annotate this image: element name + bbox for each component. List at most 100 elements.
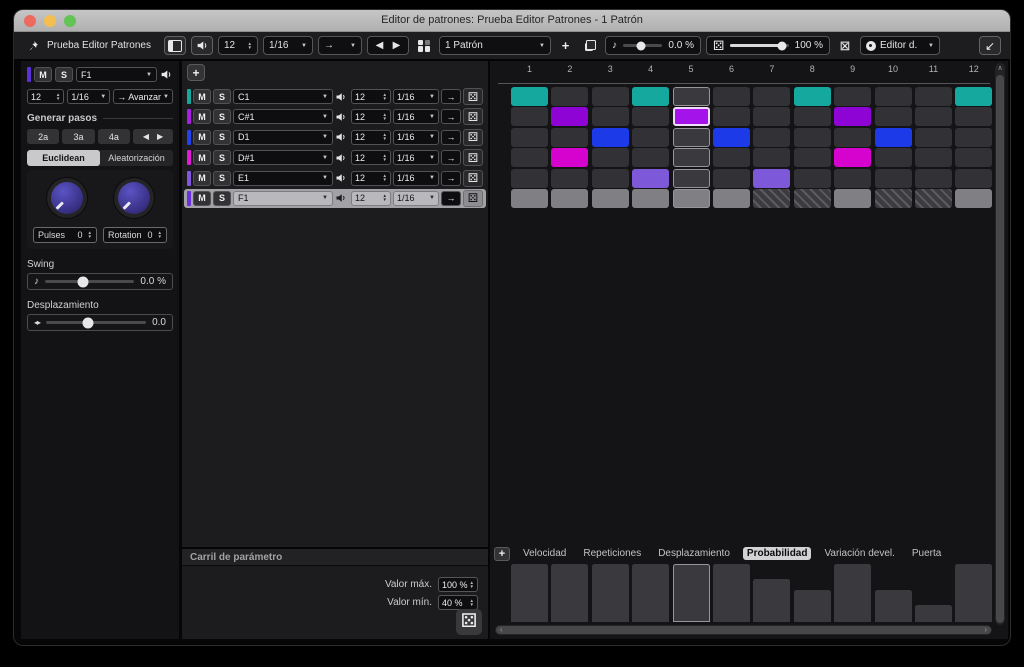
step-cell[interactable]	[834, 189, 871, 208]
stepper-arrows-icon[interactable]: ▲▼	[383, 133, 387, 141]
mute-button[interactable]: M	[34, 67, 52, 82]
speaker-icon[interactable]	[335, 111, 349, 123]
step-cell[interactable]	[673, 169, 710, 188]
step-cell[interactable]	[794, 148, 831, 167]
track-steps-stepper[interactable]: 12 ▲▼	[27, 89, 64, 104]
probability-bar[interactable]	[753, 579, 790, 623]
stepper-arrows-icon[interactable]: ▲▼	[383, 113, 387, 121]
step-cell[interactable]	[673, 148, 710, 167]
step-cell[interactable]	[915, 87, 952, 106]
step-cell[interactable]	[511, 148, 548, 167]
stepper-arrows-icon[interactable]: ▲▼	[248, 42, 252, 50]
track-resolution-select[interactable]: 1/16▼	[393, 171, 439, 186]
previous-pattern-button[interactable]: ◀	[376, 40, 384, 51]
advance-button[interactable]: →	[441, 191, 461, 206]
step-cell[interactable]	[834, 169, 871, 188]
offset-slider[interactable]	[46, 321, 146, 324]
pattern-select[interactable]: 1 Patrón ▼	[439, 36, 551, 55]
stepper-arrows-icon[interactable]: ▲▼	[383, 194, 387, 202]
random-amount-slider[interactable]	[730, 44, 788, 47]
add-lane-button[interactable]: +	[494, 547, 510, 561]
step-cell[interactable]	[915, 107, 952, 126]
step-cell[interactable]	[551, 107, 588, 126]
offset-slider-handle[interactable]	[83, 317, 94, 328]
speaker-icon[interactable]	[335, 131, 349, 143]
step-cell[interactable]	[551, 169, 588, 188]
step-cell[interactable]	[632, 87, 669, 106]
step-cell[interactable]	[511, 169, 548, 188]
mute-button[interactable]: M	[193, 89, 211, 104]
probability-bar[interactable]	[713, 564, 750, 622]
advance-mode-select[interactable]: → Avanzar ▼	[113, 89, 173, 104]
advance-button[interactable]: →	[441, 171, 461, 186]
clear-pattern-button[interactable]: ⊠	[835, 36, 855, 55]
swing-slider-handle[interactable]	[636, 41, 645, 50]
step-count-stepper[interactable]: 12 ▲▼	[218, 36, 258, 55]
probability-bar[interactable]	[551, 564, 588, 622]
track-steps-stepper[interactable]: 12▲▼	[351, 171, 391, 186]
note-select[interactable]: D1▼	[233, 130, 333, 145]
track-row[interactable]: MSC#1▼12▲▼1/16▼→⚄	[184, 107, 486, 126]
step-cell[interactable]	[753, 148, 790, 167]
probability-bar[interactable]	[511, 564, 548, 622]
add-pattern-button[interactable]: +	[556, 36, 575, 55]
note-select[interactable]: C1▼	[233, 89, 333, 104]
add-track-button[interactable]: +	[187, 64, 205, 81]
randomize-track-button[interactable]: ⚄	[463, 129, 483, 146]
pulses-knob[interactable]	[46, 177, 88, 219]
advance-button[interactable]: →	[441, 109, 461, 124]
probability-bar[interactable]	[915, 605, 952, 622]
lane-tab-puerta[interactable]: Puerta	[908, 547, 945, 560]
step-cell[interactable]	[713, 148, 750, 167]
probability-bar[interactable]	[673, 564, 710, 622]
step-cell[interactable]	[753, 189, 790, 208]
step-cell[interactable]	[915, 128, 952, 147]
speaker-icon[interactable]	[335, 192, 349, 204]
step-cell[interactable]	[915, 148, 952, 167]
advance-button[interactable]: →	[441, 130, 461, 145]
titlebar[interactable]: Editor de patrones: Prueba Editor Patron…	[14, 10, 1010, 32]
step-cell[interactable]	[753, 107, 790, 126]
step-cell[interactable]	[673, 107, 710, 126]
track-steps-stepper[interactable]: 12▲▼	[351, 130, 391, 145]
step-cell[interactable]	[551, 189, 588, 208]
solo-button[interactable]: S	[213, 89, 231, 104]
probability-bar[interactable]	[592, 564, 629, 622]
max-value-stepper[interactable]: 100 % ▲▼	[438, 577, 478, 592]
horizontal-scrollbar-thumb[interactable]: ‹ ›	[496, 626, 991, 634]
step-cell[interactable]	[915, 189, 952, 208]
stepper-arrows-icon[interactable]: ▲▼	[470, 599, 474, 607]
solo-button[interactable]: S	[213, 171, 231, 186]
speaker-icon[interactable]	[335, 91, 349, 103]
swing-slider[interactable]	[623, 44, 662, 47]
track-resolution-select[interactable]: 1/16▼	[393, 109, 439, 124]
left-zone-toggle-button[interactable]	[164, 36, 186, 55]
preset-button-4a[interactable]: 4a	[98, 129, 130, 144]
step-cell[interactable]	[632, 107, 669, 126]
step-cell[interactable]	[511, 128, 548, 147]
track-steps-stepper[interactable]: 12▲▼	[351, 150, 391, 165]
scroll-up-icon[interactable]: ∧	[995, 63, 1005, 74]
lane-tab-velocidad[interactable]: Velocidad	[519, 547, 570, 560]
step-cell[interactable]	[551, 148, 588, 167]
step-cell[interactable]	[673, 189, 710, 208]
solo-button[interactable]: S	[213, 130, 231, 145]
step-cell[interactable]	[592, 107, 629, 126]
editor-mode-select[interactable]: Editor d. ▼	[860, 36, 940, 55]
lane-tab-variaci-n-devel-[interactable]: Variación devel.	[820, 547, 898, 560]
step-cell[interactable]	[551, 87, 588, 106]
horizontal-scrollbar[interactable]: ‹ ›	[495, 625, 992, 635]
step-cell[interactable]	[955, 107, 992, 126]
rotation-stepper[interactable]: Rotation 0 ▲▼	[103, 227, 167, 243]
step-cell[interactable]	[875, 169, 912, 188]
speaker-icon[interactable]	[160, 68, 173, 81]
step-cell[interactable]	[592, 87, 629, 106]
step-cell[interactable]	[632, 189, 669, 208]
step-cell[interactable]	[955, 128, 992, 147]
next-pattern-button[interactable]: ▶	[393, 40, 401, 51]
duplicate-pattern-button[interactable]	[580, 36, 600, 55]
randomize-track-button[interactable]: ⚄	[463, 190, 483, 207]
stepper-arrows-icon[interactable]: ▲▼	[470, 581, 474, 589]
step-cell[interactable]	[713, 87, 750, 106]
randomize-track-button[interactable]: ⚄	[463, 170, 483, 187]
